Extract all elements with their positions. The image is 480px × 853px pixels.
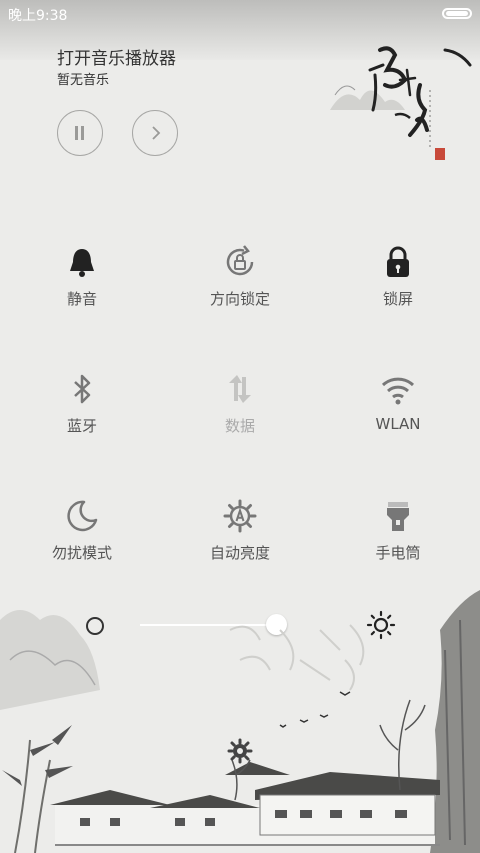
toggle-label: 数据 xyxy=(224,417,255,435)
next-button[interactable] xyxy=(132,110,178,156)
toggle-auto-brightness[interactable]: 自动亮度 xyxy=(190,498,290,588)
rotation-lock-icon xyxy=(226,245,254,276)
toggle-label: 手电筒 xyxy=(375,544,421,562)
bell-icon xyxy=(70,249,94,277)
moon-icon xyxy=(67,500,98,532)
toggle-label: 蓝牙 xyxy=(66,417,97,435)
scenery-artwork xyxy=(0,590,480,853)
toggle-mobile-data[interactable]: 数据 xyxy=(190,371,290,461)
status-time: 晚上9:38 xyxy=(8,8,68,24)
toggle-label: 静音 xyxy=(66,290,97,308)
toggle-do-not-disturb[interactable]: 勿扰模式 xyxy=(32,498,132,588)
next-icon xyxy=(152,126,161,140)
music-title[interactable]: 打开音乐播放器 xyxy=(57,44,176,69)
status-bar: 晚上9:38 xyxy=(0,0,480,28)
battery-icon xyxy=(442,8,472,19)
toggle-label: 勿扰模式 xyxy=(51,544,112,562)
mobile-data-icon xyxy=(229,375,251,403)
toggle-flashlight[interactable]: 手电筒 xyxy=(348,498,448,588)
toggle-lock-screen[interactable]: 锁屏 xyxy=(348,244,448,334)
toggle-rotation-lock[interactable]: 方向锁定 xyxy=(190,244,290,334)
flashlight-icon xyxy=(387,502,409,531)
music-subtitle: 暂无音乐 xyxy=(57,73,110,88)
bluetooth-icon xyxy=(74,374,91,404)
lock-icon xyxy=(387,246,409,277)
calligraphy-artwork xyxy=(330,46,472,160)
toggle-label: WLAN xyxy=(375,415,421,433)
toggle-label: 自动亮度 xyxy=(209,544,270,562)
toggle-label: 方向锁定 xyxy=(209,290,270,308)
wifi-icon xyxy=(381,377,415,405)
gear-icon[interactable] xyxy=(227,738,253,764)
auto-brightness-icon xyxy=(223,499,257,533)
toggle-bluetooth[interactable]: 蓝牙 xyxy=(32,371,132,461)
toggle-wlan[interactable]: WLAN xyxy=(348,371,448,461)
pause-button[interactable] xyxy=(57,110,103,156)
toggle-label: 锁屏 xyxy=(382,290,413,308)
toggle-mute[interactable]: 静音 xyxy=(32,244,132,334)
